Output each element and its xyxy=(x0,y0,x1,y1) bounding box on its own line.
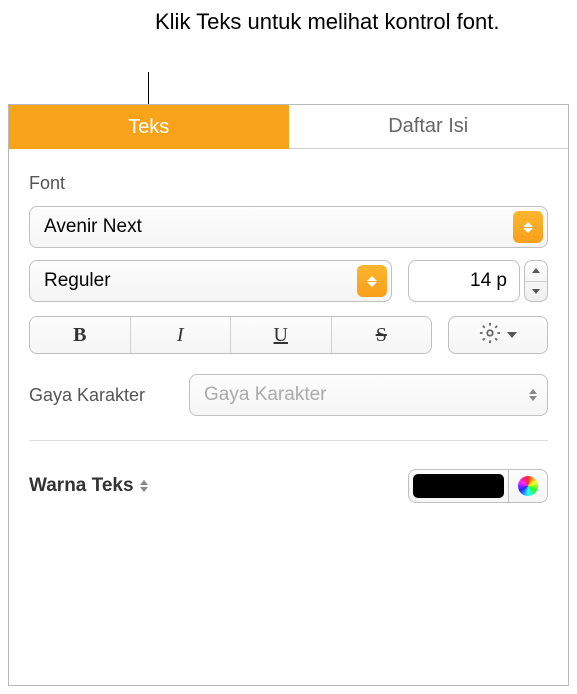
underline-button[interactable]: U xyxy=(231,317,332,353)
style-button-group: B I U S xyxy=(29,316,432,354)
inspector-panel: Teks Daftar Isi Font Avenir Next Reguler… xyxy=(8,104,569,686)
text-color-dropdown-icon xyxy=(140,480,148,492)
font-style-select[interactable]: Reguler xyxy=(29,260,392,302)
font-section-label: Font xyxy=(29,173,548,194)
strikethrough-button[interactable]: S xyxy=(332,317,432,353)
color-picker-button[interactable] xyxy=(508,469,548,503)
font-family-dropdown-icon xyxy=(513,211,543,243)
bold-button[interactable]: B xyxy=(30,317,131,353)
gear-icon xyxy=(479,322,501,349)
character-style-select[interactable]: Gaya Karakter xyxy=(189,374,548,416)
font-style-dropdown-icon xyxy=(357,265,387,297)
divider xyxy=(29,440,548,441)
text-color-dropdown[interactable]: Warna Teks xyxy=(29,475,148,497)
character-style-dropdown-icon xyxy=(529,389,537,401)
character-style-label: Gaya Karakter xyxy=(29,385,159,406)
chevron-down-icon xyxy=(507,332,517,338)
italic-button[interactable]: I xyxy=(131,317,232,353)
stepper-up[interactable] xyxy=(525,261,547,282)
font-size-input[interactable]: 14 p xyxy=(408,260,520,302)
font-size-value: 14 p xyxy=(470,270,507,292)
stepper-down[interactable] xyxy=(525,282,547,302)
callout-text: Klik Teks untuk melihat kontrol font. xyxy=(155,8,499,37)
font-size-stepper[interactable] xyxy=(524,260,548,302)
character-style-placeholder: Gaya Karakter xyxy=(204,384,327,406)
font-style-value: Reguler xyxy=(44,270,111,292)
advanced-options-button[interactable] xyxy=(448,316,548,354)
tab-text[interactable]: Teks xyxy=(9,105,289,149)
tab-toc[interactable]: Daftar Isi xyxy=(289,105,569,149)
text-color-label: Warna Teks xyxy=(29,475,134,497)
font-family-select[interactable]: Avenir Next xyxy=(29,206,548,248)
text-color-swatch-inner xyxy=(413,474,504,498)
font-family-value: Avenir Next xyxy=(44,216,142,238)
text-color-swatch[interactable] xyxy=(408,469,508,503)
callout-line xyxy=(148,72,149,106)
color-wheel-icon xyxy=(518,476,538,496)
tab-content: Font Avenir Next Reguler 14 p xyxy=(9,149,568,527)
tab-bar: Teks Daftar Isi xyxy=(9,105,568,149)
